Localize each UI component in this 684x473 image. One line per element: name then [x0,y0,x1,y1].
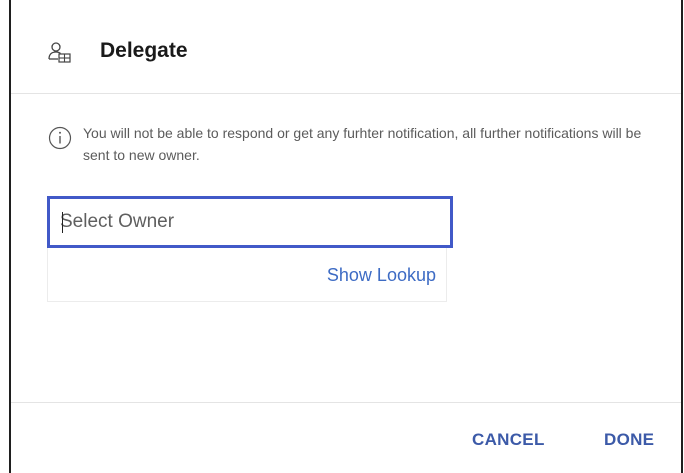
owner-input-container [47,196,453,248]
user-group-icon [47,40,73,66]
dialog-title: Delegate [100,39,188,62]
window-edge-right [681,0,683,473]
lookup-panel: Show Lookup [47,248,447,302]
text-cursor [62,212,63,233]
delegate-dialog: Delegate You will not be able to respond… [0,0,684,473]
dialog-header: Delegate [11,0,681,94]
footer-divider [11,402,681,403]
info-message: You will not be able to respond or get a… [83,125,642,163]
info-icon [47,125,73,151]
cancel-button[interactable]: CANCEL [472,430,545,450]
done-button[interactable]: DONE [604,430,654,450]
select-owner-input[interactable] [50,199,450,245]
show-lookup-link[interactable]: Show Lookup [327,265,436,286]
